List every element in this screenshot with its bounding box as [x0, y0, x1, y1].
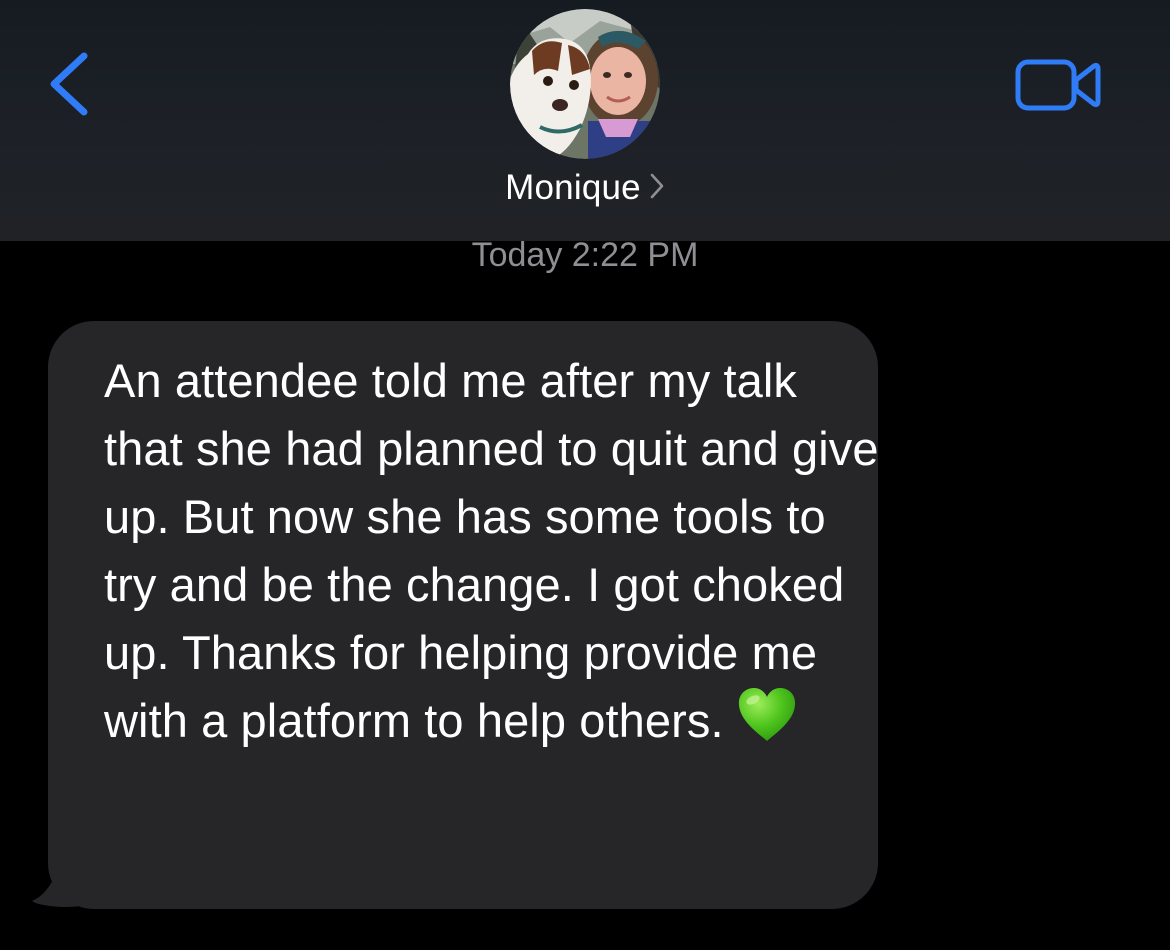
- facetime-video-button[interactable]: [1014, 56, 1102, 114]
- green-heart-emoji-icon: [736, 687, 798, 761]
- message-text-container: An attendee told me after my talk that s…: [104, 347, 884, 761]
- contact-avatar[interactable]: [510, 9, 660, 159]
- chevron-right-icon: [649, 172, 665, 205]
- contact-name: Monique: [505, 168, 641, 207]
- contact-photo-avatar: [510, 9, 660, 159]
- incoming-message[interactable]: An attendee told me after my talk that s…: [30, 321, 880, 913]
- message-bubble: An attendee told me after my talk that s…: [48, 321, 878, 909]
- chevron-left-icon: [50, 52, 88, 116]
- video-camera-icon: [1015, 59, 1101, 111]
- back-button[interactable]: [36, 44, 106, 124]
- messages-screen: Monique Today 2:22 PM An attendee told m…: [0, 0, 1170, 950]
- contact-name-button[interactable]: Monique: [0, 168, 1170, 216]
- conversation-header: Monique: [0, 0, 1170, 241]
- message-timestamp: Today 2:22 PM: [471, 236, 699, 274]
